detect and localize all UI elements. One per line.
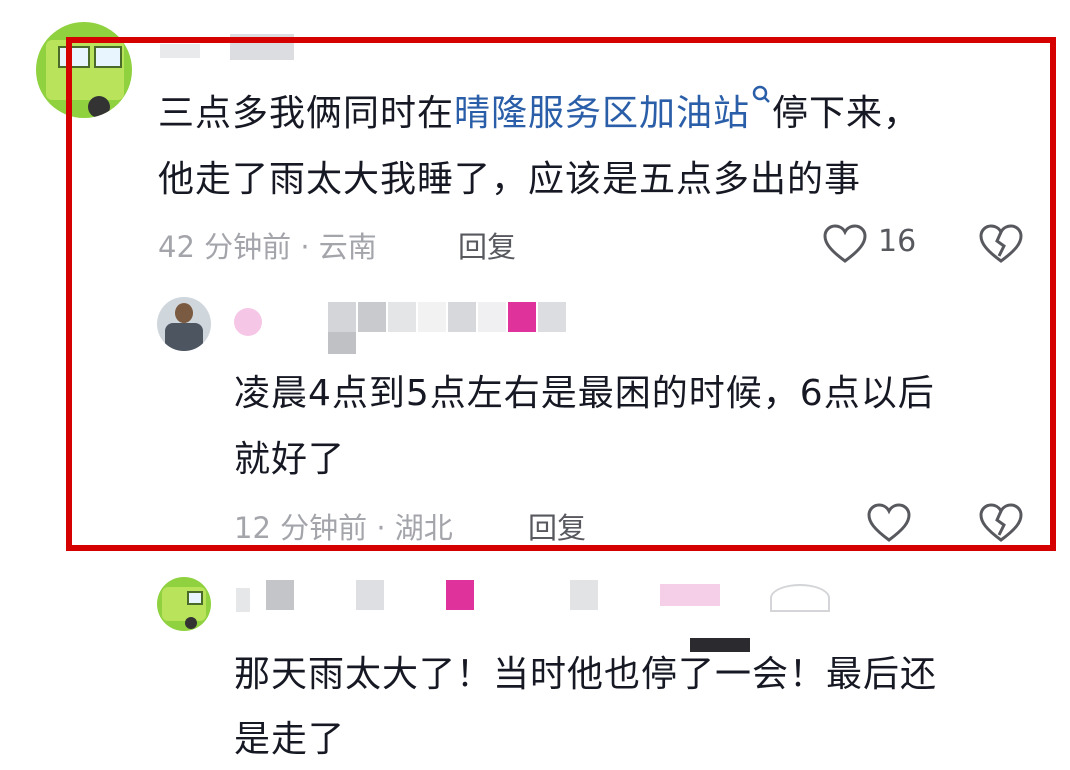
truck-window bbox=[187, 591, 203, 605]
highlight-box bbox=[66, 37, 1056, 551]
comment2-text-line2: 是走了 bbox=[234, 719, 346, 760]
username-blurred[interactable] bbox=[230, 576, 850, 656]
truck-wheel bbox=[185, 617, 197, 629]
avatar[interactable] bbox=[157, 577, 211, 631]
comment2-text-line1: 那天雨太大了！当时他也停了一会！最后还 bbox=[234, 654, 938, 695]
